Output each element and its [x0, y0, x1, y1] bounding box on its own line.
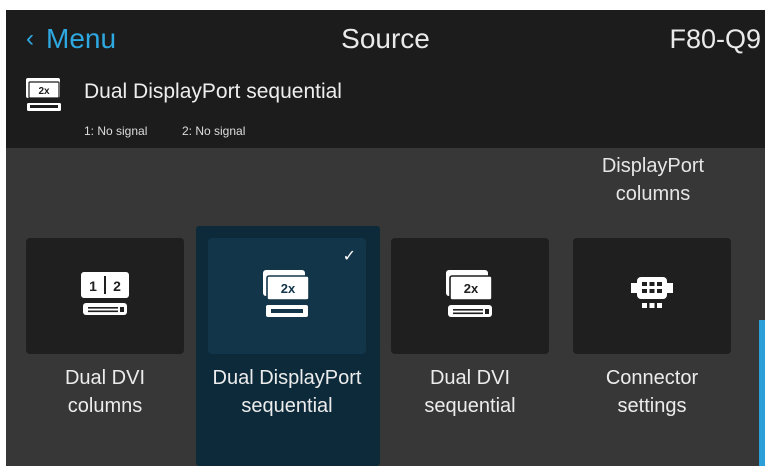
icon-badge: 2x: [38, 86, 50, 97]
signal-status-2: 2: No signal: [182, 124, 246, 138]
current-source-panel: 2x Dual DisplayPort sequential 1: No sig…: [6, 68, 765, 148]
model-name: F80-Q9: [669, 24, 761, 54]
badge: 2x: [281, 281, 296, 296]
tile-displayport-columns-label[interactable]: DisplayPort columns: [576, 152, 730, 208]
badge: 2x: [464, 281, 479, 296]
signal-status-1: 1: No signal: [84, 124, 148, 138]
checkmark-icon: ✓: [342, 248, 356, 265]
scrollbar[interactable]: [759, 320, 765, 466]
tile-box[interactable]: ✓ 2x: [208, 238, 366, 354]
tile-label: Dual DisplayPort sequential: [212, 367, 362, 417]
page-title: Source: [341, 23, 430, 54]
source-screen: ‹ Menu Source F80-Q9 2x Dual DisplayPort…: [6, 10, 765, 466]
connector-icon: [627, 274, 677, 319]
dual-displayport-sequential-icon: 2x: [261, 268, 313, 325]
source-grid: DisplayPort columns 1 2 Dual DVI columns…: [6, 148, 765, 466]
tile-label: Dual DVI columns: [64, 367, 146, 417]
top-bar: ‹ Menu Source F80-Q9: [6, 10, 765, 68]
dual-dvi-columns-icon: 1 2: [79, 270, 131, 323]
current-source-name: Dual DisplayPort sequential: [84, 80, 342, 103]
tile-label: Dual DVI sequential: [424, 367, 516, 417]
badge-2: 2: [113, 278, 121, 294]
tile-box[interactable]: 1 2: [26, 238, 184, 354]
tile-box[interactable]: [573, 238, 731, 354]
dual-displayport-icon: 2x: [24, 76, 64, 119]
tile-box[interactable]: 2x: [391, 238, 549, 354]
dual-dvi-sequential-icon: 2x: [444, 268, 496, 325]
badge-1: 1: [89, 278, 97, 294]
tile-label: Connector settings: [605, 367, 699, 417]
